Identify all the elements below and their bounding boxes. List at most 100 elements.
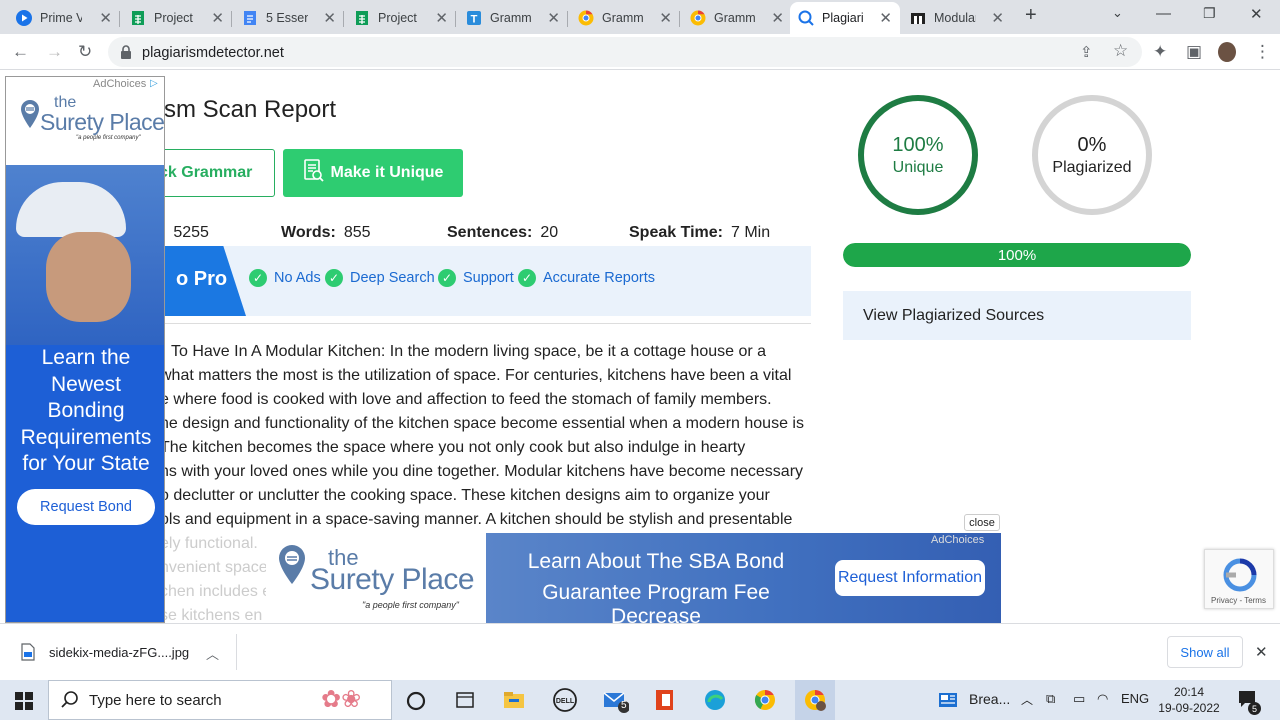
stat-characters: :5255 — [160, 224, 209, 242]
check-icon: ✓ — [249, 269, 267, 287]
adchoices-icon[interactable]: ▷ — [150, 78, 158, 89]
close-window-button[interactable]: ✕ — [1250, 5, 1263, 23]
recaptcha-links[interactable]: Privacy - Terms — [1211, 596, 1266, 605]
text-line: The kitchen becomes the space where you … — [160, 439, 746, 456]
close-icon[interactable]: ✕ — [879, 9, 892, 27]
tab-grammar-2[interactable]: Grammar ✕ — [682, 2, 792, 34]
adchoices-label[interactable]: AdChoices — [93, 78, 146, 90]
avatar[interactable] — [1218, 42, 1236, 62]
feature-label: Accurate Reports — [543, 270, 656, 286]
recaptcha-badge[interactable]: Privacy - Terms — [1204, 549, 1274, 609]
search-icon — [61, 691, 79, 714]
menu-icon[interactable]: ⋮ — [1254, 42, 1271, 62]
close-icon[interactable]: ✕ — [99, 9, 112, 27]
clock[interactable]: 20:14 19-09-2022 — [1158, 684, 1220, 716]
windows-start-icon[interactable] — [15, 692, 33, 715]
progress-fill: 100% — [843, 243, 1191, 267]
worker-face — [46, 232, 131, 322]
close-ad-button[interactable]: close — [964, 514, 1000, 531]
tab-project-sheet-1[interactable]: Project Sheet ✕ — [122, 2, 232, 34]
tab-grammar-1[interactable]: Grammar ✕ — [570, 2, 680, 34]
taskbar-search[interactable]: Type here to search ✿❀ — [48, 680, 392, 720]
left-ad-banner[interactable]: AdChoices ▷ the Surety Place "a people f… — [5, 76, 165, 623]
make-it-unique-button[interactable]: Make it Unique — [283, 149, 463, 197]
close-icon[interactable]: ✕ — [211, 9, 224, 27]
forward-icon[interactable]: → — [46, 42, 63, 62]
address-bar[interactable]: plagiarismdetector.net ⇪ ☆ — [108, 37, 1142, 67]
chrome-profile-icon[interactable] — [803, 688, 827, 712]
logo-tagline: "a people first company" — [76, 135, 141, 141]
bookmark-star-icon[interactable]: ☆ — [1113, 41, 1128, 61]
share-icon[interactable]: ⇪ — [1080, 43, 1093, 61]
request-bond-button[interactable]: Request Bond — [17, 489, 155, 525]
close-icon[interactable]: ✕ — [547, 9, 560, 27]
tab-title: Plagiarism — [822, 11, 864, 25]
tab-project-sheet-2[interactable]: Project Sheet ✕ — [346, 2, 456, 34]
side-panel-icon[interactable]: ▣ — [1186, 42, 1202, 62]
task-view-icon[interactable] — [453, 688, 477, 712]
logo-name: Surety Place — [310, 563, 475, 596]
tab-5-essential[interactable]: 5 Essential ✕ — [234, 2, 344, 34]
close-icon[interactable]: ✕ — [991, 9, 1004, 27]
dell-icon[interactable]: DELL — [552, 688, 577, 712]
button-label: Make it Unique — [330, 164, 444, 181]
back-icon[interactable]: ← — [12, 42, 29, 62]
minimize-button[interactable]: — — [1156, 5, 1171, 22]
download-filename[interactable]: sidekix-media-zFG....jpg — [49, 645, 189, 660]
logo-tagline: "a people first company" — [362, 600, 459, 610]
edge-icon[interactable] — [703, 688, 727, 712]
docs-icon — [242, 10, 258, 26]
chevron-up-icon[interactable]: ︿ — [206, 644, 219, 663]
chevron-up-icon[interactable]: ︿ — [1021, 691, 1033, 708]
chrome-icon[interactable] — [753, 688, 777, 712]
camera-icon[interactable]: ⧉ — [1046, 691, 1055, 707]
stat-label: Speak Time: — [629, 224, 723, 241]
view-plagiarized-sources-button[interactable]: View Plagiarized Sources — [843, 291, 1191, 340]
close-icon[interactable]: ✕ — [435, 9, 448, 27]
close-icon[interactable]: ✕ — [323, 9, 336, 27]
restore-button[interactable]: ❐ — [1203, 5, 1216, 22]
wifi-icon[interactable]: ◠ — [1097, 691, 1108, 707]
tab-modular[interactable]: Modular ✕ — [902, 2, 1012, 34]
show-all-button[interactable]: Show all — [1167, 636, 1243, 668]
page-title: sm Scan Report — [164, 96, 337, 123]
weather-text[interactable]: Brea... — [969, 691, 1010, 707]
new-tab-button[interactable]: + — [1025, 4, 1037, 27]
svg-text:T: T — [471, 14, 478, 26]
adchoices-label[interactable]: AdChoices — [931, 534, 984, 546]
page-content: sm Scan Report ck Grammar Make it Unique… — [0, 70, 1280, 623]
bottom-ad-banner[interactable]: the Surety Place "a people first company… — [266, 533, 1001, 623]
close-icon[interactable]: ✕ — [1255, 643, 1268, 661]
tab-prime-video[interactable]: Prime Video ✕ — [8, 2, 120, 34]
tab-grammarly[interactable]: T Grammarly ✕ — [458, 2, 568, 34]
go-pro-label[interactable]: o Pro — [176, 268, 227, 291]
url-text: plagiarismdetector.net — [142, 45, 284, 61]
file-explorer-icon[interactable] — [502, 688, 526, 712]
reload-icon[interactable]: ↻ — [78, 42, 92, 62]
battery-icon[interactable]: ▭ — [1073, 691, 1085, 707]
request-information-button[interactable]: Request Information — [835, 560, 985, 596]
button-label: ck Grammar — [159, 164, 253, 181]
tab-plagiarism-active[interactable]: Plagiarism ✕ — [790, 2, 900, 34]
svg-text:DELL: DELL — [556, 698, 575, 705]
stat-value: 7 Min — [730, 224, 771, 241]
headline-line: Bonding — [47, 399, 125, 422]
windows-taskbar: Type here to search ✿❀ DELL 5 Brea... ︿ … — [0, 680, 1280, 720]
feature-support: ✓ Support — [438, 269, 514, 287]
feature-no-ads: ✓ No Ads — [249, 269, 321, 287]
office-icon[interactable] — [653, 688, 677, 712]
tab-search-icon[interactable]: ⌄ — [1112, 5, 1123, 21]
notification-badge: 5 — [1248, 702, 1261, 715]
plagiarism-icon — [798, 10, 814, 26]
close-icon[interactable]: ✕ — [659, 9, 672, 27]
surety-pin-icon — [278, 545, 306, 590]
cortana-icon[interactable] — [404, 689, 428, 713]
close-icon[interactable]: ✕ — [771, 9, 784, 27]
headline-line: Learn the — [41, 346, 131, 369]
language-indicator[interactable]: ENG — [1121, 691, 1149, 706]
text-line: ols and equipment in a space-saving mann… — [160, 511, 793, 528]
tab-title: 5 Essential — [266, 11, 308, 25]
worker-photo — [6, 165, 164, 345]
extensions-icon[interactable]: ✦ — [1153, 42, 1167, 62]
news-widget-icon[interactable] — [938, 692, 958, 713]
